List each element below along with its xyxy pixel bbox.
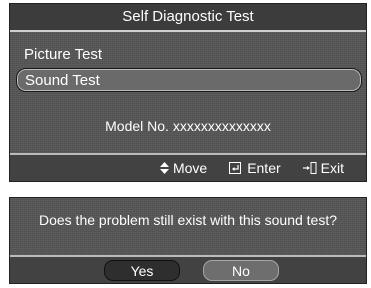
menu-item-picture-test[interactable]: Picture Test: [16, 43, 362, 67]
updown-arrows-icon: [159, 162, 169, 174]
move-hint: Move: [159, 160, 208, 176]
confirmation-dialog: Does the problem still exist with this s…: [9, 197, 367, 284]
key-guide-bar: Move Enter Exit: [10, 153, 366, 181]
dialog-question: Does the problem still exist with this s…: [38, 212, 338, 228]
dialog-button-bar: Yes No: [10, 255, 366, 283]
exit-icon: [302, 162, 317, 174]
model-number: Model No. xxxxxxxxxxxxxx: [105, 118, 271, 134]
yes-button[interactable]: Yes: [104, 260, 180, 281]
move-label: Move: [172, 160, 208, 176]
menu-item-sound-test[interactable]: Sound Test: [16, 68, 362, 92]
enter-label: Enter: [247, 160, 281, 176]
title-divider: [10, 30, 366, 32]
enter-icon: [229, 162, 242, 174]
exit-label: Exit: [320, 160, 344, 176]
panel-title: Self Diagnostic Test: [10, 4, 366, 30]
diagnostic-panel: Self Diagnostic Test Picture Test Sound …: [9, 3, 367, 182]
no-button[interactable]: No: [203, 260, 279, 281]
exit-hint: Exit: [302, 160, 344, 176]
enter-hint: Enter: [229, 160, 281, 176]
